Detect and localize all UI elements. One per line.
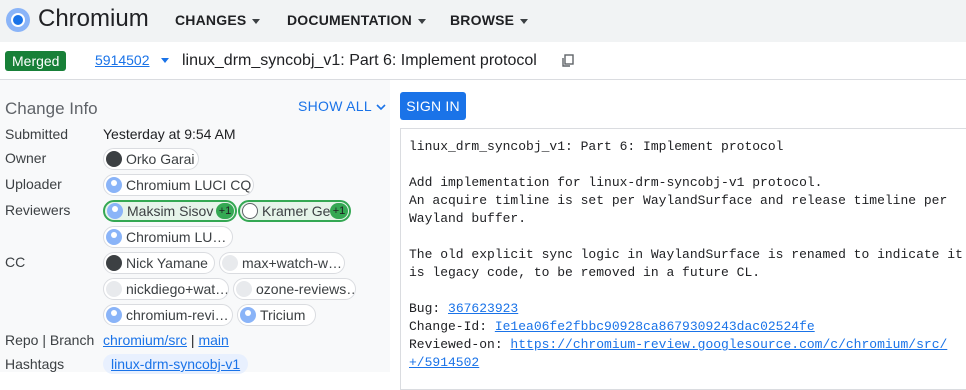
avatar	[236, 281, 252, 297]
bug-link[interactable]: 367623923	[448, 301, 518, 316]
sign-in-button[interactable]: SIGN IN	[400, 92, 466, 120]
commit-subject: linux_drm_syncobj_v1: Part 6: Implement …	[409, 139, 784, 154]
avatar	[107, 203, 123, 219]
avatar	[242, 203, 258, 219]
repo-branch-value: chromium/src | main	[103, 332, 229, 348]
chevron-down-icon	[376, 104, 386, 111]
app-title[interactable]: Chromium	[38, 5, 149, 33]
bug-label: Bug:	[409, 301, 449, 316]
chevron-down-icon	[417, 18, 426, 24]
nav-changes[interactable]: CHANGES	[175, 12, 261, 28]
nav-changes-label: CHANGES	[175, 12, 247, 28]
commit-body-line: The old explicit sync logic in WaylandSu…	[409, 247, 963, 262]
cc-chip[interactable]: ozone-reviews…	[233, 278, 356, 300]
branch-link[interactable]: main	[198, 332, 228, 348]
commit-body-line: is legacy code, to be removed in a futur…	[409, 265, 761, 280]
cc-chip[interactable]: chromium-revi…	[103, 304, 233, 326]
cc-name: Nick Yamane	[126, 255, 208, 271]
change-id-link[interactable]: Ie1ea06fe2fbbc90928ca8679309243dac02524f…	[495, 319, 815, 334]
hashtag-chip[interactable]: linux-drm-syncobj-v1	[103, 354, 249, 374]
reviewer-chip[interactable]: Maksim Sisov +1	[103, 200, 237, 222]
commit-message: linux_drm_syncobj_v1: Part 6: Implement …	[409, 138, 963, 372]
commit-body-line: An acquire timline is set per WaylandSur…	[409, 193, 948, 208]
avatar	[106, 307, 122, 323]
owner-chip[interactable]: Orko Garai	[103, 148, 199, 170]
cc-label: CC	[5, 254, 26, 270]
cc-name: max+watch-w…	[242, 255, 342, 271]
change-number-link[interactable]: 5914502	[95, 52, 150, 68]
owner-name: Orko Garai	[126, 151, 195, 167]
cc-chip[interactable]: nickdiego+wat…	[103, 278, 229, 300]
vote-badge: +1	[216, 203, 234, 219]
reviewers-label: Reviewers	[5, 202, 71, 218]
avatar	[106, 177, 122, 193]
show-all-label: SHOW ALL	[298, 98, 372, 114]
section-title: Change Info	[5, 99, 98, 118]
avatar	[106, 229, 122, 245]
reviewer-chip[interactable]: Chromium LU…	[103, 226, 233, 248]
nav-documentation[interactable]: DOCUMENTATION	[287, 12, 426, 28]
hashtags-label: Hashtags	[5, 356, 65, 372]
commit-body-line: Add implementation for linux-drm-syncobj…	[409, 175, 823, 190]
chromium-logo-icon[interactable]	[5, 7, 31, 33]
vote-badge: +1	[330, 203, 348, 219]
avatar	[106, 255, 122, 271]
reviewed-on-label: Reviewed-on:	[409, 337, 511, 352]
copy-icon[interactable]	[561, 54, 575, 68]
nav-browse[interactable]: BROWSE	[450, 12, 529, 28]
branch-separator: |	[187, 332, 199, 348]
repo-link[interactable]: chromium/src	[103, 332, 187, 348]
reviewed-on-link-cont[interactable]: +/5914502	[409, 355, 479, 370]
uploader-name: Chromium LUCI CQ	[126, 177, 252, 193]
cc-name: ozone-reviews…	[256, 281, 356, 297]
reviewer-name: Kramer Ge	[262, 203, 331, 219]
nav-documentation-label: DOCUMENTATION	[287, 12, 412, 28]
avatar	[240, 307, 256, 323]
owner-label: Owner	[5, 150, 47, 166]
avatar	[106, 281, 122, 297]
reviewer-chip[interactable]: Kramer Ge +1	[238, 200, 351, 222]
uploader-label: Uploader	[5, 176, 62, 192]
submitted-label: Submitted	[5, 126, 69, 142]
avatar	[106, 151, 122, 167]
chevron-down-icon[interactable]	[161, 58, 169, 63]
change-id-label: Change-Id:	[409, 319, 495, 334]
cc-chip[interactable]: Nick Yamane	[103, 252, 215, 274]
repo-branch-label: Repo | Branch	[5, 332, 95, 348]
reviewed-on-link[interactable]: https://chromium-review.googlesource.com…	[510, 337, 947, 352]
show-all-button[interactable]: SHOW ALL	[298, 98, 386, 114]
reviewer-name: Maksim Sisov	[127, 203, 214, 219]
nav-browse-label: BROWSE	[450, 12, 515, 28]
avatar	[222, 255, 238, 271]
cc-name: Tricium	[260, 307, 306, 323]
cc-chip[interactable]: max+watch-w…	[219, 252, 345, 274]
change-title: linux_drm_syncobj_v1: Part 6: Implement …	[182, 52, 537, 69]
status-badge: Merged	[5, 51, 67, 71]
reviewer-name: Chromium LU…	[126, 229, 227, 245]
cc-name: chromium-revi…	[126, 307, 229, 323]
submitted-value: Yesterday at 9:54 AM	[103, 126, 236, 142]
chevron-down-icon	[252, 18, 261, 24]
commit-body-line: Wayland buffer.	[409, 211, 527, 226]
cc-name: nickdiego+wat…	[126, 281, 229, 297]
uploader-chip[interactable]: Chromium LUCI CQ	[103, 174, 254, 196]
chevron-down-icon	[520, 18, 529, 24]
cc-chip[interactable]: Tricium	[237, 304, 316, 326]
